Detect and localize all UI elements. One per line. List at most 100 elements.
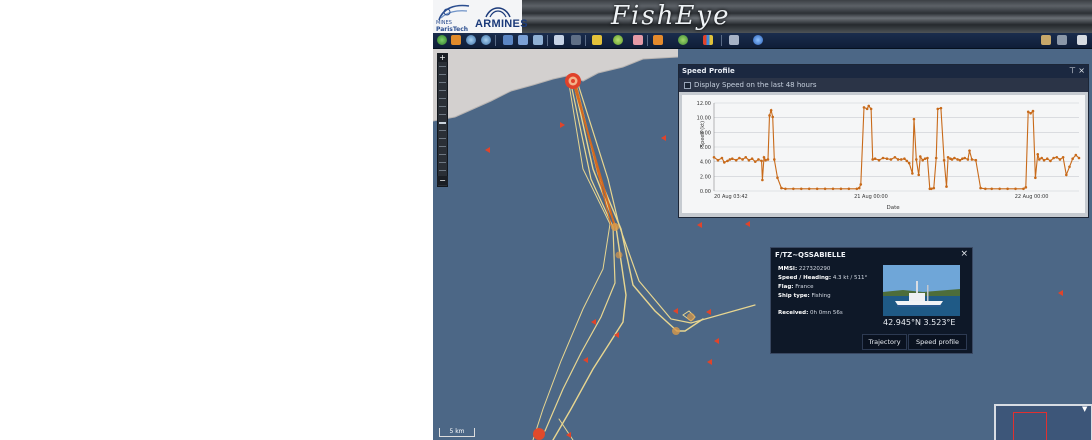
speed-point (831, 187, 835, 191)
speed-point (1068, 165, 1071, 169)
toolbar-separator (495, 35, 496, 46)
speed-point (974, 158, 978, 162)
speed-point (1049, 159, 1052, 163)
speed-point (932, 186, 936, 190)
overview-extent-box[interactable] (1013, 412, 1047, 440)
speed-point (1071, 157, 1074, 161)
map-scale-bar: 5 km (439, 428, 475, 437)
pin-icon[interactable]: ⊤ (1069, 66, 1076, 75)
speed-point (889, 158, 893, 161)
speed-point (744, 155, 748, 159)
vessel-photo (883, 265, 960, 316)
speed-point (823, 187, 827, 191)
zoom-in-button[interactable]: + (437, 53, 448, 62)
document-icon[interactable] (554, 35, 564, 45)
tools-icon[interactable] (729, 35, 739, 45)
vessel-info-popup: F/TZ~QSSABIELLE × MMSI: 227320290 Speed … (770, 247, 973, 354)
overview-map[interactable] (994, 404, 1092, 440)
search-icon[interactable] (1041, 35, 1051, 45)
trajectory-button[interactable]: Trajectory (862, 334, 907, 350)
speed-point (939, 106, 943, 110)
y-tick-label: 10.00 (697, 116, 711, 122)
grid-icon[interactable] (518, 35, 528, 45)
received-value: 0h 0mn 56s (810, 310, 843, 316)
logo-area: MINES ParisTech ARMINES (433, 0, 528, 33)
speed-point (741, 158, 744, 161)
settings-icon[interactable] (1057, 35, 1067, 45)
speed-point (792, 187, 795, 191)
speed-point (1065, 173, 1068, 177)
route-icon[interactable] (678, 35, 688, 45)
speed-point (963, 156, 967, 160)
speed-point (930, 187, 933, 191)
speed-point (950, 158, 954, 161)
flag-icon[interactable] (653, 35, 663, 45)
speed-point (1040, 156, 1044, 160)
speed-point (905, 159, 909, 163)
speed-point (968, 149, 971, 152)
speed-point (712, 155, 716, 159)
speed-point (1014, 187, 1017, 191)
ship-type-row: Ship type: Fishing (778, 293, 831, 299)
zoom-out-button[interactable]: − (437, 176, 448, 185)
speed-point (839, 187, 843, 191)
print-icon[interactable] (533, 35, 543, 45)
speed-point (855, 187, 859, 191)
toolbar-separator (721, 35, 722, 46)
speed-point (764, 158, 767, 162)
app-title: FishEye (611, 1, 731, 31)
speed-point (815, 187, 819, 191)
last-48h-checkbox[interactable] (684, 82, 691, 89)
speed-point (946, 155, 950, 159)
speed-point (926, 156, 929, 160)
speed-chart: 0.002.004.006.008.0010.0012.0020 Aug 03:… (697, 101, 1081, 211)
vessel-name: F/TZ~QSSABIELLE (775, 251, 846, 259)
speed-point (766, 158, 770, 161)
speed-point (907, 161, 911, 165)
speed-point (723, 161, 726, 164)
zoom-slider[interactable] (437, 53, 448, 187)
vessel-coordinates: 42.945°N 3.523°E (883, 318, 956, 327)
pencil-icon[interactable] (592, 35, 602, 45)
speed-point (862, 106, 866, 109)
speed-point (899, 158, 903, 161)
measure-icon[interactable] (613, 35, 623, 45)
overview-toggle-icon[interactable]: ▼ (1082, 405, 1087, 413)
speed-point (979, 186, 982, 190)
toolbar-separator (585, 35, 586, 46)
binoculars-icon[interactable] (571, 35, 581, 45)
speed-point (970, 158, 974, 161)
speed-point (923, 157, 927, 161)
speed-point (885, 157, 889, 161)
pan-icon[interactable] (451, 35, 461, 45)
globe-icon[interactable] (437, 35, 447, 45)
speed-point (934, 156, 938, 160)
zoom-in-icon[interactable] (466, 35, 476, 45)
help-icon[interactable] (753, 35, 763, 45)
printer-icon[interactable] (1077, 35, 1087, 45)
speed-point (1031, 109, 1035, 113)
speed-profile-button[interactable]: Speed profile (908, 334, 967, 350)
close-icon[interactable]: × (960, 249, 968, 259)
speed-point (1022, 187, 1025, 191)
speed-point (956, 158, 959, 161)
speed-point (1045, 157, 1049, 161)
speed-point (734, 158, 738, 162)
speed-point (857, 186, 861, 190)
speed-point (869, 107, 873, 111)
chart-icon[interactable] (703, 35, 713, 45)
speed-point (1077, 156, 1081, 160)
close-icon[interactable]: × (1078, 66, 1085, 75)
eraser-icon[interactable] (633, 35, 643, 45)
speed-point (760, 159, 763, 163)
speed-profile-title-bar[interactable]: Speed Profile ⊤ × (679, 65, 1088, 78)
speed-point (953, 156, 956, 160)
layers-icon[interactable] (503, 35, 513, 45)
x-tick-label: 22 Aug 00:00 (1015, 194, 1049, 200)
speed-chart-area: 0.00 2.00 4.00 6.00 8.00 10.00 12.00 20 Aug 03:… (682, 95, 1085, 213)
speed-point (753, 160, 757, 163)
flag-value: France (795, 284, 814, 290)
y-tick-label: 12.00 (697, 101, 711, 107)
zoom-out-icon[interactable] (481, 35, 491, 45)
flag-label: Flag: (778, 284, 794, 290)
